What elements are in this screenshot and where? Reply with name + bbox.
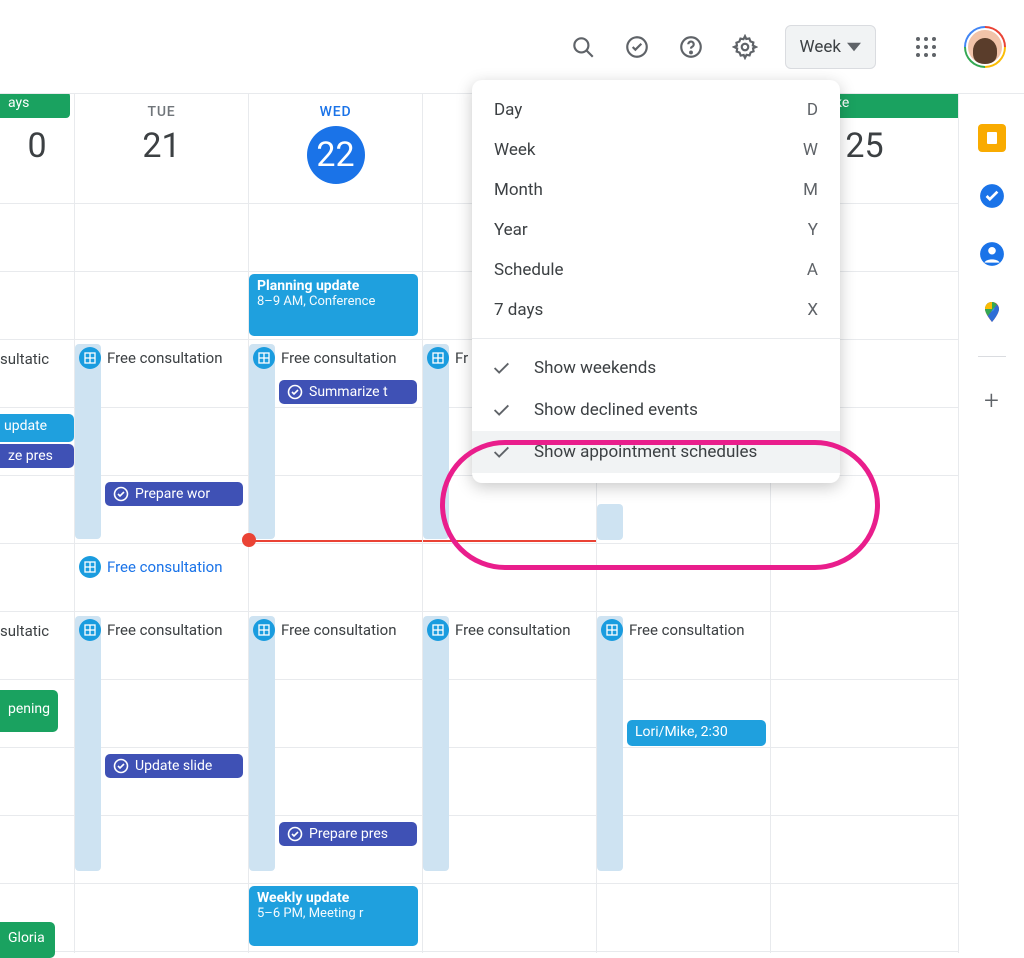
- consultation-block[interactable]: [597, 504, 623, 540]
- day-column-wed: WED 22 Planning update 8–9 AM, Conferenc…: [249, 94, 423, 953]
- consultation-block[interactable]: [75, 616, 101, 871]
- grid-icon: [79, 556, 101, 578]
- menu-item-schedule[interactable]: ScheduleA: [472, 250, 840, 290]
- menu-item-year[interactable]: YearY: [472, 210, 840, 250]
- contacts-app-icon[interactable]: [978, 240, 1006, 268]
- maps-app-icon[interactable]: [978, 298, 1006, 326]
- consultation-label[interactable]: Fr: [427, 347, 477, 369]
- menu-divider: [472, 338, 840, 339]
- day-column-partial-left: N 0 ays sultatic update ze pres sultatic…: [0, 94, 75, 953]
- help-icon[interactable]: [667, 23, 715, 71]
- check-icon: [490, 357, 512, 379]
- grid-icon: [79, 347, 101, 369]
- menu-toggle-declined[interactable]: Show declined events: [472, 389, 840, 431]
- task-update-slide[interactable]: Update slide: [105, 754, 243, 778]
- menu-toggle-weekends[interactable]: Show weekends: [472, 347, 840, 389]
- view-dropdown-menu: DayD WeekW MonthM YearY ScheduleA 7 days…: [472, 80, 840, 483]
- view-selector-button[interactable]: Week: [785, 25, 876, 69]
- event-planning-update[interactable]: Planning update 8–9 AM, Conference: [249, 274, 418, 336]
- google-apps-icon[interactable]: [902, 23, 950, 71]
- menu-item-day[interactable]: DayD: [472, 90, 840, 130]
- consultation-block[interactable]: [597, 616, 623, 871]
- grid-icon: [601, 619, 623, 641]
- grid-icon: [427, 347, 449, 369]
- settings-gear-icon[interactable]: [721, 23, 769, 71]
- check-circle-icon: [113, 758, 129, 774]
- grid-icon: [253, 619, 275, 641]
- consultation-block[interactable]: [423, 344, 449, 539]
- grid-icon: [253, 347, 275, 369]
- consultation-label[interactable]: Free consultation: [427, 619, 570, 641]
- menu-toggle-appointment-schedules[interactable]: Show appointment schedules: [472, 431, 840, 473]
- check-circle-icon: [287, 384, 303, 400]
- grid-icon: [427, 619, 449, 641]
- task-prepare-work[interactable]: Prepare wor: [105, 482, 243, 506]
- menu-item-7days[interactable]: 7 daysX: [472, 290, 840, 330]
- keep-icon[interactable]: [978, 124, 1006, 152]
- consultation-block[interactable]: [249, 344, 275, 539]
- search-icon[interactable]: [559, 23, 607, 71]
- now-indicator-dot: [242, 533, 256, 547]
- rail-divider: [978, 356, 1006, 357]
- consultation-block[interactable]: [423, 616, 449, 871]
- task-prepare-pres[interactable]: Prepare pres: [279, 822, 417, 846]
- view-selector-label: Week: [800, 37, 841, 57]
- consultation-label[interactable]: Free consultation: [79, 619, 222, 641]
- consultation-label[interactable]: sultatic: [0, 350, 75, 368]
- consultation-block[interactable]: [75, 344, 101, 539]
- consultation-label[interactable]: Free consultation: [79, 556, 222, 578]
- day-column-tue: TUE 21 Free consultation Prepare wor Fre…: [75, 94, 249, 953]
- tasks-app-icon[interactable]: [978, 182, 1006, 210]
- grid-icon: [79, 619, 101, 641]
- now-indicator-continue: [423, 540, 596, 542]
- allday-event-left[interactable]: ays: [0, 92, 70, 118]
- check-icon: [490, 441, 512, 463]
- event-update[interactable]: update: [0, 414, 74, 442]
- menu-item-week[interactable]: WeekW: [472, 130, 840, 170]
- check-circle-icon: [113, 486, 129, 502]
- task-ze-pres[interactable]: ze pres: [0, 444, 74, 468]
- caret-down-icon: [847, 40, 861, 54]
- consultation-label[interactable]: Free consultation: [601, 619, 744, 641]
- consultation-block[interactable]: [249, 616, 275, 871]
- side-panel-rail: +: [958, 94, 1024, 953]
- check-circle-icon: [287, 826, 303, 842]
- consultation-label[interactable]: Free consultation: [79, 347, 222, 369]
- consultation-label[interactable]: sultatic: [0, 622, 75, 640]
- consultation-label[interactable]: Free consultation: [253, 619, 396, 641]
- account-avatar[interactable]: [964, 26, 1006, 68]
- consultation-label[interactable]: Free consultation: [253, 347, 396, 369]
- event-opening[interactable]: pening: [0, 690, 58, 732]
- menu-item-month[interactable]: MonthM: [472, 170, 840, 210]
- check-icon: [490, 399, 512, 421]
- task-summarize[interactable]: Summarize t: [279, 380, 417, 404]
- add-addon-icon[interactable]: +: [978, 387, 1006, 415]
- event-weekly-update[interactable]: Weekly update 5–6 PM, Meeting r: [249, 886, 418, 946]
- event-lori-mike[interactable]: Lori/Mike, 2:30: [627, 720, 766, 746]
- now-indicator-line: [249, 540, 422, 542]
- tasks-icon[interactable]: [613, 23, 661, 71]
